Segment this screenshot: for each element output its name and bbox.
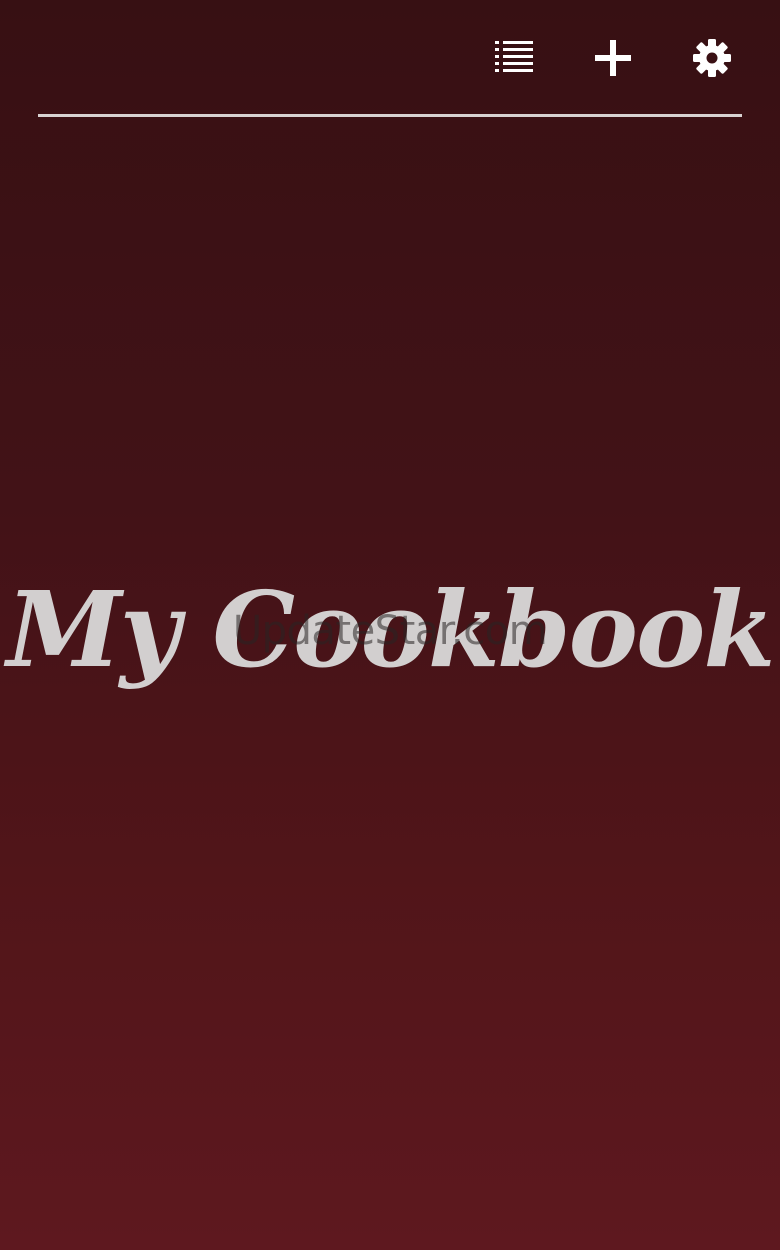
add-recipe-button[interactable] [585, 30, 641, 86]
plus-icon [595, 40, 631, 76]
gear-icon [693, 39, 731, 77]
toolbar [0, 0, 780, 117]
watermark-text: UpdateStar.com [232, 608, 548, 654]
list-icon [495, 41, 533, 72]
toolbar-divider [38, 114, 742, 117]
settings-button[interactable] [684, 30, 740, 86]
recipe-list-button[interactable] [486, 30, 542, 86]
